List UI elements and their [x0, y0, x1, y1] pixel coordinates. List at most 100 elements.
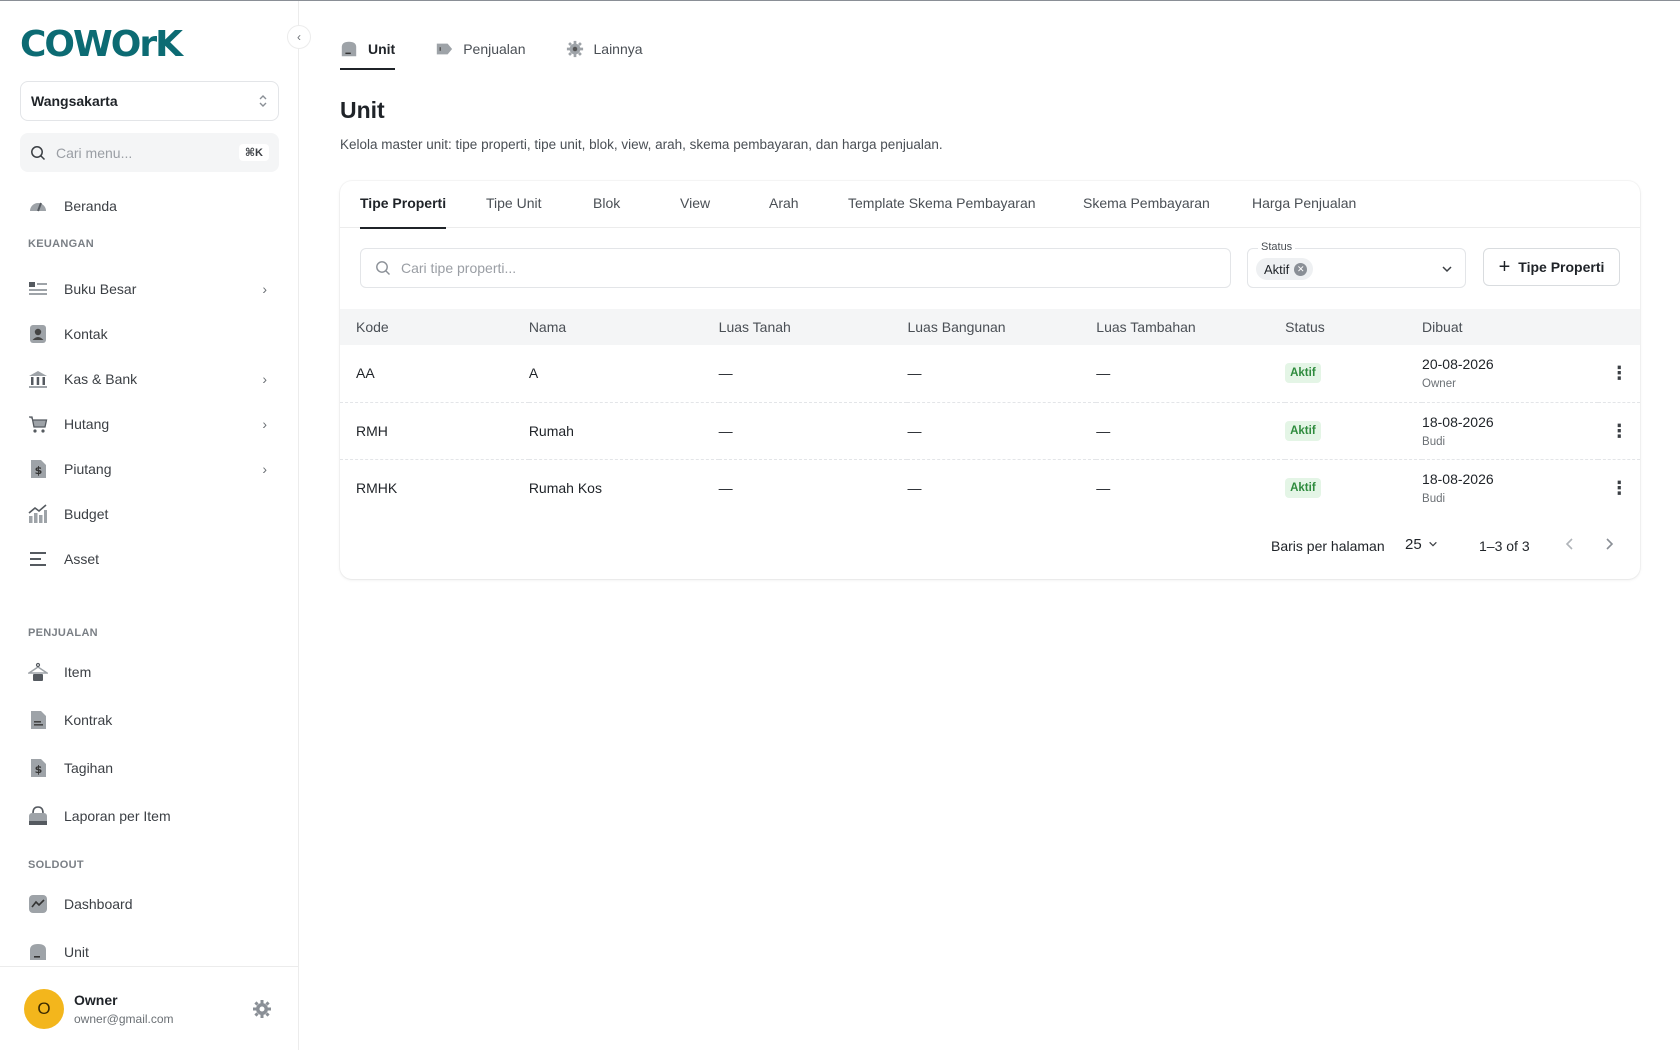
- pagination: Baris per halaman 25 1–3 of 3: [340, 531, 1640, 561]
- section-label-keuangan: KEUANGAN: [28, 238, 94, 250]
- column-header-nama[interactable]: Nama: [529, 309, 719, 345]
- sidebar-item-buku-besar[interactable]: Buku Besar ›: [20, 269, 279, 309]
- tab-label: Unit: [368, 41, 396, 57]
- sidebar-item-label: Buku Besar: [64, 281, 137, 297]
- status-filter-select[interactable]: Status Aktif ✕: [1247, 241, 1466, 288]
- column-header-kode[interactable]: Kode: [340, 309, 529, 345]
- column-header-dibuat[interactable]: Dibuat: [1422, 309, 1598, 345]
- sidebar-item-tagihan[interactable]: $ Tagihan: [20, 748, 279, 788]
- main-content: Unit Penjualan Lainnya Unit Kelola maste…: [300, 1, 1680, 1050]
- created-by: Budi: [1422, 435, 1446, 448]
- previous-page-button[interactable]: [1563, 537, 1577, 554]
- sidebar-item-label: Beranda: [64, 198, 117, 214]
- unit-icon: [340, 40, 358, 58]
- sidebar-item-kas-bank[interactable]: Kas & Bank ›: [20, 359, 279, 399]
- kebab-menu-icon: ⋮: [1610, 363, 1629, 384]
- workspace-select[interactable]: Wangsakarta: [20, 81, 279, 121]
- sidebar-item-label: Kontrak: [64, 712, 113, 728]
- tab-harga-penjualan[interactable]: Harga Penjualan: [1252, 195, 1356, 228]
- cell-status: Aktif: [1285, 345, 1422, 402]
- page-description: Kelola master unit: tipe properti, tipe …: [340, 137, 943, 152]
- bank-icon: [28, 369, 48, 389]
- tipe-properti-search-input[interactable]: Cari tipe properti...: [360, 248, 1231, 288]
- trend-icon: [28, 894, 48, 914]
- sidebar-item-beranda[interactable]: Beranda: [20, 186, 279, 226]
- cell-luas-tambahan: —: [1096, 479, 1111, 496]
- gear-icon[interactable]: [252, 999, 272, 1024]
- row-actions-button[interactable]: ⋮: [1598, 345, 1640, 402]
- cell-status: Aktif: [1285, 402, 1422, 459]
- table-header-row: Kode Nama Luas Tanah Luas Bangunan Luas …: [340, 309, 1640, 345]
- chevron-left-icon: ‹: [297, 30, 301, 44]
- sidebar-item-label: Kontak: [64, 326, 108, 342]
- row-actions-button[interactable]: ⋮: [1598, 459, 1640, 516]
- sidebar-item-hutang[interactable]: Hutang ›: [20, 404, 279, 444]
- menu-search-placeholder: Cari menu...: [56, 144, 133, 161]
- cell-luas-tanah: —: [718, 422, 733, 439]
- sidebar-item-asset[interactable]: Asset: [20, 539, 279, 579]
- column-header-status[interactable]: Status: [1285, 309, 1422, 345]
- tab-blok[interactable]: Blok: [593, 195, 620, 228]
- sidebar-item-label: Budget: [64, 506, 109, 522]
- sidebar-item-label: Laporan per Item: [64, 808, 171, 824]
- tab-lainnya[interactable]: Lainnya: [566, 29, 643, 69]
- sidebar-item-piutang[interactable]: $ Piutang ›: [20, 449, 279, 489]
- chevron-down-icon: [1428, 536, 1438, 553]
- cell-luas-tambahan: —: [1096, 422, 1111, 439]
- sidebar-item-label: Kas & Bank: [64, 371, 138, 387]
- sidebar-item-label: Unit: [64, 944, 89, 960]
- sidebar-item-label: Item: [64, 664, 92, 680]
- created-by: Owner: [1422, 378, 1456, 391]
- tab-skema-pembayaran[interactable]: Skema Pembayaran: [1083, 195, 1210, 228]
- chevron-right-icon: ›: [262, 371, 267, 387]
- chevron-up-down-icon: [258, 94, 268, 108]
- menu-search-input[interactable]: Cari menu... ⌘K: [20, 133, 279, 172]
- next-page-button[interactable]: [1602, 537, 1616, 554]
- sidebar-item-dashboard[interactable]: Dashboard: [20, 884, 279, 924]
- table-row[interactable]: AA A — — — Aktif 20-08-2026 Owner ⋮: [340, 345, 1640, 402]
- avatar[interactable]: O: [24, 988, 64, 1029]
- tab-penjualan[interactable]: Penjualan: [435, 29, 526, 69]
- cell-luas-tanah: —: [718, 479, 733, 496]
- column-header-actions: [1598, 309, 1640, 345]
- table-row[interactable]: RMHK Rumah Kos — — — Aktif 18-08-2026 Bu…: [340, 459, 1640, 516]
- sidebar-item-kontak[interactable]: Kontak: [20, 314, 279, 354]
- tab-template-skema-pembayaran[interactable]: Template Skema Pembayaran: [848, 195, 1036, 228]
- sidebar-item-budget[interactable]: Budget: [20, 494, 279, 534]
- user-profile[interactable]: O Owner owner@gmail.com: [0, 966, 299, 1050]
- sidebar-item-item[interactable]: Item: [20, 652, 279, 692]
- add-tipe-properti-button[interactable]: + Tipe Properti: [1483, 248, 1620, 286]
- svg-text:$: $: [35, 464, 43, 477]
- receivable-icon: $: [28, 459, 48, 479]
- kebab-menu-icon: ⋮: [1610, 420, 1629, 441]
- cell-kode: RMH: [356, 422, 388, 439]
- tab-arah[interactable]: Arah: [769, 195, 799, 228]
- brand-logo[interactable]: COWOrK: [20, 27, 183, 63]
- ledger-icon: [28, 279, 48, 299]
- tab-tipe-unit[interactable]: Tipe Unit: [486, 195, 542, 228]
- tab-view[interactable]: View: [680, 195, 710, 228]
- sidebar-item-kontrak[interactable]: Kontrak: [20, 700, 279, 740]
- tab-unit[interactable]: Unit: [340, 29, 396, 70]
- tab-tipe-properti[interactable]: Tipe Properti: [360, 195, 447, 229]
- sidebar-item-label: Tagihan: [64, 760, 114, 776]
- sidebar-item-label: Dashboard: [64, 896, 133, 912]
- rows-per-page-select[interactable]: 25: [1405, 536, 1438, 553]
- sidebar-item-laporan-per-item[interactable]: Laporan per Item: [20, 796, 279, 836]
- kebab-menu-icon: ⋮: [1610, 477, 1629, 498]
- remove-chip-icon[interactable]: ✕: [1294, 262, 1308, 276]
- cart-icon: [28, 414, 48, 434]
- cell-luas-bangunan: —: [907, 422, 922, 439]
- table-row[interactable]: RMH Rumah — — — Aktif 18-08-2026 Budi ⋮: [340, 402, 1640, 459]
- column-header-luas-tambahan[interactable]: Luas Tambahan: [1096, 309, 1285, 345]
- row-actions-button[interactable]: ⋮: [1598, 402, 1640, 459]
- cell-nama: Rumah Kos: [528, 479, 602, 496]
- contract-icon: [28, 710, 48, 730]
- bag-icon: [28, 806, 48, 826]
- user-name: Owner: [74, 991, 118, 1008]
- collapse-sidebar-button[interactable]: ‹: [287, 25, 311, 49]
- cell-nama: A: [528, 365, 539, 382]
- column-header-luas-tanah[interactable]: Luas Tanah: [719, 309, 908, 345]
- tipe-properti-table: Kode Nama Luas Tanah Luas Bangunan Luas …: [340, 309, 1640, 516]
- column-header-luas-bangunan[interactable]: Luas Bangunan: [907, 309, 1096, 345]
